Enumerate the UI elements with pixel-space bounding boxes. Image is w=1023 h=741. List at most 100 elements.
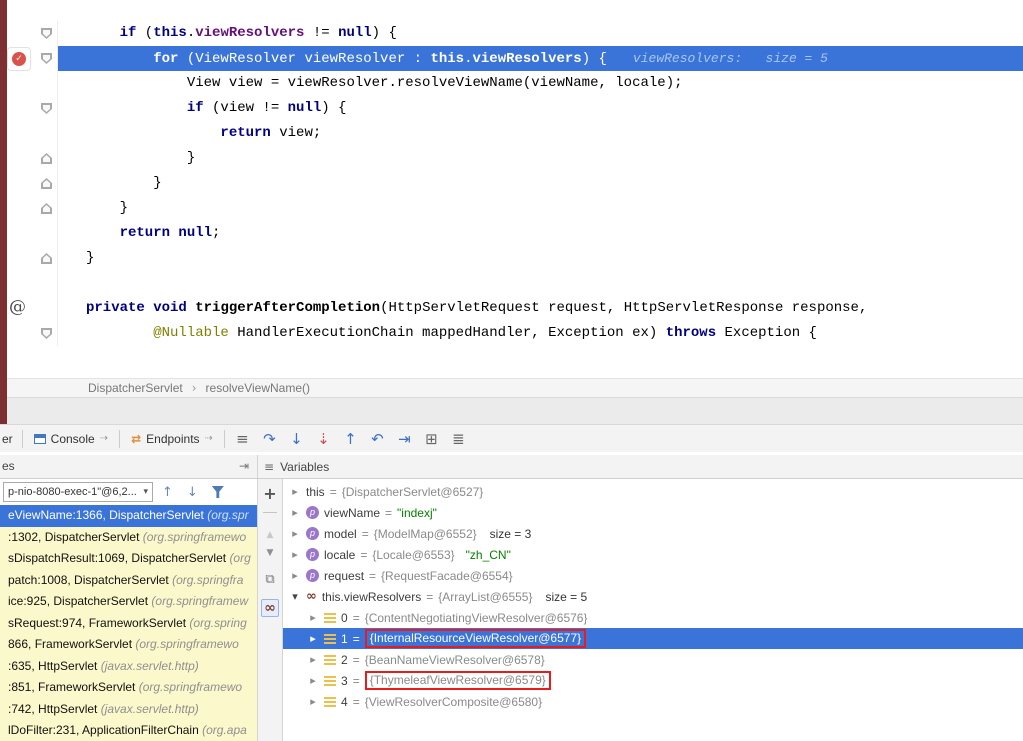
variable-row[interactable]: ▸plocale={Locale@6553}"zh_CN" [283, 544, 1023, 565]
previous-frame-icon[interactable]: ↑ [162, 485, 173, 500]
code-text[interactable]: View view = viewResolver.resolveViewName… [58, 71, 1023, 96]
pin-icon[interactable]: ⇥ [239, 459, 249, 473]
code-text[interactable] [58, 271, 1023, 296]
code-editor[interactable]: if (this.viewResolvers != null) {for (Vi… [0, 0, 1023, 378]
code-text[interactable]: if (view != null) { [58, 96, 1023, 121]
variable-row[interactable]: ▸pviewName="indexj" [283, 502, 1023, 523]
chevron-right-icon[interactable]: ▸ [289, 527, 301, 540]
chevron-right-icon[interactable]: ▸ [307, 674, 319, 687]
variable-row[interactable]: ▸this={DispatcherServlet@6527} [283, 481, 1023, 502]
fold-up-icon[interactable] [41, 253, 52, 264]
variable-row[interactable]: ▸pmodel={ModelMap@6552}size = 3 [283, 523, 1023, 544]
variable-row[interactable]: ▾∞this.viewResolvers={ArrayList@6555}siz… [283, 586, 1023, 607]
frame-row[interactable]: :1302, DispatcherServlet (org.springfram… [0, 527, 257, 549]
breadcrumb-class[interactable]: DispatcherServlet [88, 381, 183, 395]
watches-toggle-icon[interactable]: ∞ [261, 599, 279, 617]
frame-row[interactable]: :635, HttpServlet (javax.servlet.http) [0, 656, 257, 678]
frame-row[interactable]: sRequest:974, FrameworkServlet (org.spri… [0, 613, 257, 635]
code-line[interactable]: return view; [0, 121, 1023, 146]
fold-up-icon[interactable] [41, 153, 52, 164]
code-text[interactable]: return null; [58, 221, 1023, 246]
breakpoint-icon[interactable]: ✓ [7, 47, 31, 71]
code-line[interactable] [0, 271, 1023, 296]
step-into-icon[interactable]: ↓ [283, 430, 310, 448]
frame-row[interactable]: lDoFilter:231, ApplicationFilterChain (o… [0, 720, 257, 741]
fold-up-icon[interactable] [41, 178, 52, 189]
code-line[interactable]: View view = viewResolver.resolveViewName… [0, 71, 1023, 96]
code-text[interactable]: @Nullable HandlerExecutionChain mappedHa… [58, 321, 1023, 346]
tab-debugger-partial[interactable]: er [0, 432, 18, 446]
code-text[interactable]: } [58, 196, 1023, 221]
tab-console[interactable]: Console ⇢ [27, 425, 115, 452]
frame-row[interactable]: eViewName:1366, DispatcherServlet (org.s… [0, 505, 257, 527]
variable-row[interactable]: ▸1={InternalResourceViewResolver@6577} [283, 628, 1023, 649]
code-line[interactable]: } [0, 171, 1023, 196]
next-frame-icon[interactable]: ↓ [187, 485, 198, 500]
frame-row[interactable]: 866, FrameworkServlet (org.springframewo [0, 634, 257, 656]
hide-library-frames-icon[interactable] [212, 486, 224, 498]
code-line[interactable]: if (this.viewResolvers != null) { [0, 21, 1023, 46]
view-as-table-icon[interactable]: ⊞ [418, 430, 445, 448]
fold-down-icon[interactable] [41, 103, 52, 114]
chevron-right-icon[interactable]: ▸ [289, 485, 301, 498]
chevron-right-icon[interactable]: ▸ [289, 548, 301, 561]
chevron-right-icon[interactable]: ▸ [289, 506, 301, 519]
array-element-icon [324, 613, 336, 623]
code-line[interactable]: if (view != null) { [0, 96, 1023, 121]
code-line[interactable]: } [0, 196, 1023, 221]
fold-down-icon[interactable] [41, 28, 52, 39]
code-text[interactable]: private void triggerAfterCompletion(Http… [58, 296, 1023, 321]
code-line[interactable]: return null; [0, 221, 1023, 246]
code-text[interactable]: if (this.viewResolvers != null) { [58, 21, 1023, 46]
menu-icon[interactable]: ≡ [264, 460, 274, 474]
step-out-icon[interactable]: ↑ [337, 430, 364, 448]
frame-row[interactable]: :742, HttpServlet (javax.servlet.http) [0, 699, 257, 721]
code-line[interactable]: for (ViewResolver viewResolver : this.vi… [0, 46, 1023, 71]
step-over-icon[interactable]: ↷ [256, 430, 283, 448]
code-line[interactable]: private void triggerAfterCompletion(Http… [0, 296, 1023, 321]
code-text[interactable]: } [58, 246, 1023, 271]
fold-down-icon[interactable] [41, 53, 52, 64]
chevron-right-icon[interactable]: ▸ [307, 695, 319, 708]
scroll-down-icon[interactable]: ▼ [267, 548, 274, 558]
chevron-right-icon[interactable]: ▸ [307, 611, 319, 624]
watch-icon: ∞ [306, 589, 317, 604]
run-to-cursor-icon[interactable]: ⇥ [391, 430, 418, 448]
tab-options-arrow-icon[interactable]: ⇢ [205, 433, 213, 444]
code-text[interactable]: } [58, 146, 1023, 171]
fold-up-icon[interactable] [41, 203, 52, 214]
tab-endpoints[interactable]: ⇄ Endpoints ⇢ [124, 425, 220, 452]
fold-down-icon[interactable] [41, 328, 52, 339]
chevron-right-icon[interactable]: ▸ [307, 632, 319, 645]
code-line[interactable]: @Nullable HandlerExecutionChain mappedHa… [0, 321, 1023, 346]
variable-row[interactable]: ▸0={ContentNegotiatingViewResolver@6576} [283, 607, 1023, 628]
variable-row[interactable]: ▸2={BeanNameViewResolver@6578} [283, 649, 1023, 670]
frame-row[interactable]: ice:925, DispatcherServlet (org.springfr… [0, 591, 257, 613]
chevron-right-icon[interactable]: ▸ [307, 653, 319, 666]
variable-row[interactable]: ▸3={ThymeleafViewResolver@6579} [283, 670, 1023, 691]
tab-options-arrow-icon[interactable]: ⇢ [100, 433, 108, 444]
add-watch-icon[interactable]: + [263, 484, 276, 503]
frame-row[interactable]: patch:1008, DispatcherServlet (org.sprin… [0, 570, 257, 592]
drop-frame-icon[interactable]: ↶ [364, 430, 391, 448]
code-line[interactable]: } [0, 246, 1023, 271]
code-text[interactable]: for (ViewResolver viewResolver : this.vi… [58, 46, 1023, 71]
frame-row[interactable]: sDispatchResult:1069, DispatcherServlet … [0, 548, 257, 570]
code-text[interactable]: return view; [58, 121, 1023, 146]
code-line[interactable]: } [0, 146, 1023, 171]
layout-settings-icon[interactable]: ≡ [229, 430, 256, 448]
thread-selector[interactable]: p-nio-8080-exec-1"@6,2... ▾ [3, 482, 153, 502]
variable-row[interactable]: ▸prequest={RequestFacade@6554} [283, 565, 1023, 586]
frame-row[interactable]: :851, FrameworkServlet (org.springframew… [0, 677, 257, 699]
breadcrumb-method[interactable]: resolveViewName() [206, 381, 310, 395]
scroll-up-icon[interactable]: ▲ [267, 530, 274, 540]
layout-columns-icon[interactable]: ≣ [445, 430, 472, 448]
chevron-down-icon[interactable]: ▾ [289, 590, 301, 603]
copy-icon[interactable]: ⧉ [265, 572, 274, 587]
variable-row[interactable]: ▸4={ViewResolverComposite@6580} [283, 691, 1023, 712]
chevron-right-icon[interactable]: ▸ [289, 569, 301, 582]
variable-name: locale [324, 548, 355, 562]
code-text[interactable]: } [58, 171, 1023, 196]
frame-package: (org.springfra [172, 573, 243, 587]
force-step-into-icon[interactable]: ⇣ [310, 430, 337, 448]
